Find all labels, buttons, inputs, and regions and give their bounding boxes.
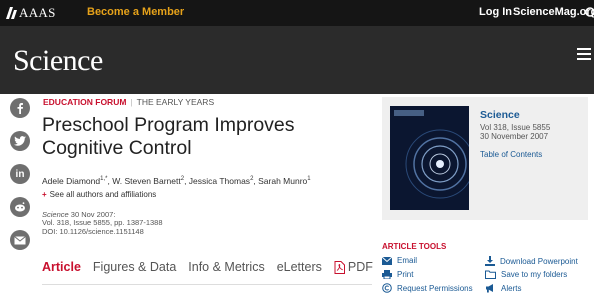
aaas-logo[interactable]: AAAS — [6, 5, 56, 20]
plus-icon: + — [42, 190, 47, 199]
table-of-contents-link[interactable]: Table of Contents — [480, 150, 542, 159]
breadcrumb-separator: | — [130, 97, 133, 107]
pdf-icon — [334, 260, 345, 274]
email-tool[interactable]: Email — [382, 256, 417, 265]
site-header: Science — [0, 26, 594, 94]
aaas-mark-icon — [6, 7, 17, 19]
article-title: Preschool Program Improves Cognitive Con… — [42, 114, 295, 159]
download-powerpoint-tool[interactable]: Download Powerpoint — [485, 256, 578, 266]
facebook-icon[interactable] — [10, 98, 30, 118]
author-link[interactable]: Adele Diamond — [42, 176, 100, 186]
author-link[interactable]: Sarah Munro — [258, 176, 307, 186]
issue-details: Vol 318, Issue 5855 30 November 2007 — [480, 123, 550, 141]
copyright-icon — [382, 283, 392, 293]
download-icon — [485, 256, 495, 266]
tabs-divider — [42, 284, 372, 285]
request-permissions-tool[interactable]: Request Permissions — [382, 283, 473, 293]
menu-icon[interactable] — [577, 48, 591, 60]
twitter-icon[interactable] — [10, 131, 30, 151]
become-member-link[interactable]: Become a Member — [87, 6, 184, 18]
author-affiliation: 1 — [307, 176, 311, 183]
issue-cover-image[interactable] — [390, 106, 469, 210]
breadcrumb: EDUCATION FORUM | THE EARLY YEARS — [43, 97, 214, 107]
sciencemag-link[interactable]: ScienceMag.org — [513, 6, 594, 18]
issue-date: 30 November 2007 — [480, 132, 549, 141]
save-to-folders-tool[interactable]: Save to my folders — [485, 270, 567, 279]
login-link[interactable]: Log In — [479, 6, 512, 18]
section-link[interactable]: EDUCATION FORUM — [43, 97, 126, 107]
tab-info-metrics[interactable]: Info & Metrics — [188, 260, 264, 274]
see-all-authors-toggle[interactable]: + See all authors and affiliations — [42, 190, 156, 199]
science-wordmark[interactable]: Science — [13, 44, 103, 78]
alerts-tool[interactable]: Alerts — [485, 283, 521, 293]
author-link[interactable]: Jessica Thomas — [189, 176, 250, 186]
author-affiliation: 2 — [250, 176, 254, 183]
article-tabs: Article Figures & Data Info & Metrics eL… — [42, 260, 373, 274]
tab-article[interactable]: Article — [42, 260, 81, 274]
author-link[interactable]: W. Steven Barnett — [112, 176, 181, 186]
search-icon[interactable] — [585, 7, 594, 19]
reddit-icon[interactable] — [10, 197, 30, 217]
envelope-icon — [382, 256, 392, 265]
doi: DOI: 10.1126/science.1151148 — [42, 226, 144, 236]
citation-block: Science 30 Nov 2007: Vol. 318, Issue 585… — [42, 210, 163, 236]
tab-eletters[interactable]: eLetters — [277, 260, 322, 274]
pdf-label: PDF — [347, 260, 373, 274]
printer-icon — [382, 270, 392, 279]
alerts-label: Alerts — [501, 283, 522, 293]
megaphone-icon — [486, 284, 493, 293]
subsection-label: THE EARLY YEARS — [136, 97, 215, 107]
email-icon[interactable] — [10, 230, 30, 250]
issue-journal-link[interactable]: Science — [480, 109, 520, 121]
folder-icon — [485, 270, 496, 279]
issue-volume: Vol 318, Issue 5855 — [480, 123, 551, 132]
author-affiliation: 1,* — [100, 176, 108, 183]
author-affiliation: 2 — [180, 176, 185, 183]
save-label: Save to my folders — [501, 270, 568, 279]
download-powerpoint-label: Download Powerpoint — [500, 256, 578, 266]
top-bar: AAAS Become a Member Log In ScienceMag.o… — [0, 0, 594, 26]
linkedin-icon[interactable]: in — [10, 164, 30, 184]
article-tools-heading: ARTICLE TOOLS — [382, 242, 447, 251]
print-tool[interactable]: Print — [382, 270, 413, 279]
print-label: Print — [397, 270, 414, 279]
aaas-label: AAAS — [19, 5, 56, 20]
author-list: Adele Diamond1,*, W. Steven Barnett2, Je… — [42, 176, 311, 186]
request-permissions-label: Request Permissions — [397, 283, 473, 293]
see-all-label: See all authors and affiliations — [49, 190, 157, 199]
tab-figures-data[interactable]: Figures & Data — [93, 260, 176, 274]
tab-pdf[interactable]: PDF — [334, 260, 373, 274]
email-label: Email — [397, 256, 418, 265]
